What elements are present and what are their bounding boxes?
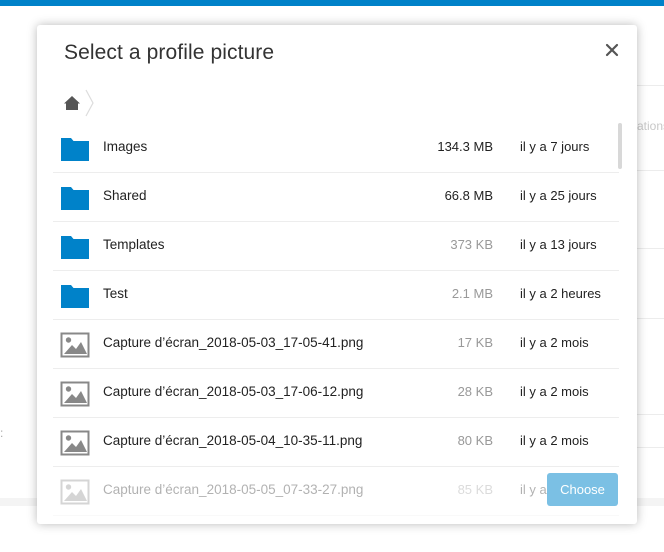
file-size: 80 KB xyxy=(457,433,493,448)
scrollbar[interactable] xyxy=(618,123,622,169)
file-modified-date: il y a 2 heures xyxy=(520,286,601,301)
file-size: 17 KB xyxy=(457,335,493,350)
home-icon xyxy=(64,96,80,110)
folder-icon xyxy=(61,138,89,161)
file-name: Capture d’écran_2018-05-03_17-06-12.png xyxy=(103,384,364,399)
background-divider xyxy=(637,318,664,319)
image-file-icon xyxy=(60,479,90,505)
file-row[interactable]: Capture d’écran_2018-05-03_17-05-41.png 1… xyxy=(53,320,619,369)
image-file-icon xyxy=(60,332,90,358)
dialog-title: Select a profile picture xyxy=(64,41,275,64)
file-modified-date: il y a 2 mois xyxy=(520,384,589,399)
image-file-icon xyxy=(60,430,90,456)
folder-icon xyxy=(61,285,89,308)
close-button[interactable] xyxy=(601,39,623,61)
file-size: 28 KB xyxy=(457,384,493,399)
file-modified-date: il y a 13 jours xyxy=(520,237,597,252)
file-name: Shared xyxy=(103,188,147,203)
folder-row[interactable]: Templates 373 KB il y a 13 jours xyxy=(53,222,619,271)
file-name: Test xyxy=(103,286,128,301)
background-divider xyxy=(637,414,664,415)
file-modified-date: il y a 25 jours xyxy=(520,188,597,203)
file-size: 373 KB xyxy=(450,237,493,252)
background-partial-colon: : xyxy=(0,426,4,440)
file-name: Capture d’écran_2018-05-05_07-33-27.png xyxy=(103,482,364,497)
file-size: 85 KB xyxy=(457,482,493,497)
folder-row[interactable]: Images 134.3 MB il y a 7 jours xyxy=(53,124,619,173)
file-row[interactable]: Capture d’écran_2018-05-04_10-35-11.png 8… xyxy=(53,418,619,467)
file-name: Images xyxy=(103,139,148,154)
file-picker-dialog: Select a profile picture Images 134.3 MB i… xyxy=(37,25,637,524)
file-name: Capture d’écran_2018-05-04_10-35-11.png xyxy=(103,433,363,448)
choose-button[interactable]: Choose xyxy=(547,473,618,506)
file-name: Templates xyxy=(103,237,165,252)
file-size: 66.8 MB xyxy=(444,188,493,203)
file-list[interactable]: Images 134.3 MB il y a 7 jours Shared 66.8 M… xyxy=(53,124,619,524)
file-modified-date: il y a 7 jours xyxy=(520,139,590,154)
close-icon xyxy=(605,43,619,57)
file-row[interactable]: Capture d’écran_2018-05-03_17-06-12.png 2… xyxy=(53,369,619,418)
file-row[interactable]: Capture d’écran_2018-05-05_07-33-27.png 8… xyxy=(53,467,619,516)
file-name: Capture d’écran_2018-05-03_17-05-41.png xyxy=(103,335,364,350)
background-divider xyxy=(637,447,664,448)
folder-icon xyxy=(61,187,89,210)
file-size: 134.3 MB xyxy=(437,139,493,154)
file-size: 2.1 MB xyxy=(451,286,493,301)
breadcrumb-separator-icon xyxy=(85,89,94,117)
image-file-icon xyxy=(60,381,90,407)
file-modified-date: il y a 2 mois xyxy=(520,433,589,448)
background-divider xyxy=(637,170,664,171)
top-header-bar xyxy=(0,0,664,6)
background-partial-text: ations xyxy=(637,119,664,133)
folder-row[interactable]: Test 2.1 MB il y a 2 heures xyxy=(53,271,619,320)
folder-row[interactable]: Shared 66.8 MB il y a 25 jours xyxy=(53,173,619,222)
background-divider xyxy=(637,85,664,86)
folder-icon xyxy=(61,236,89,259)
background-divider xyxy=(637,248,664,249)
file-modified-date: il y a 2 mois xyxy=(520,335,589,350)
